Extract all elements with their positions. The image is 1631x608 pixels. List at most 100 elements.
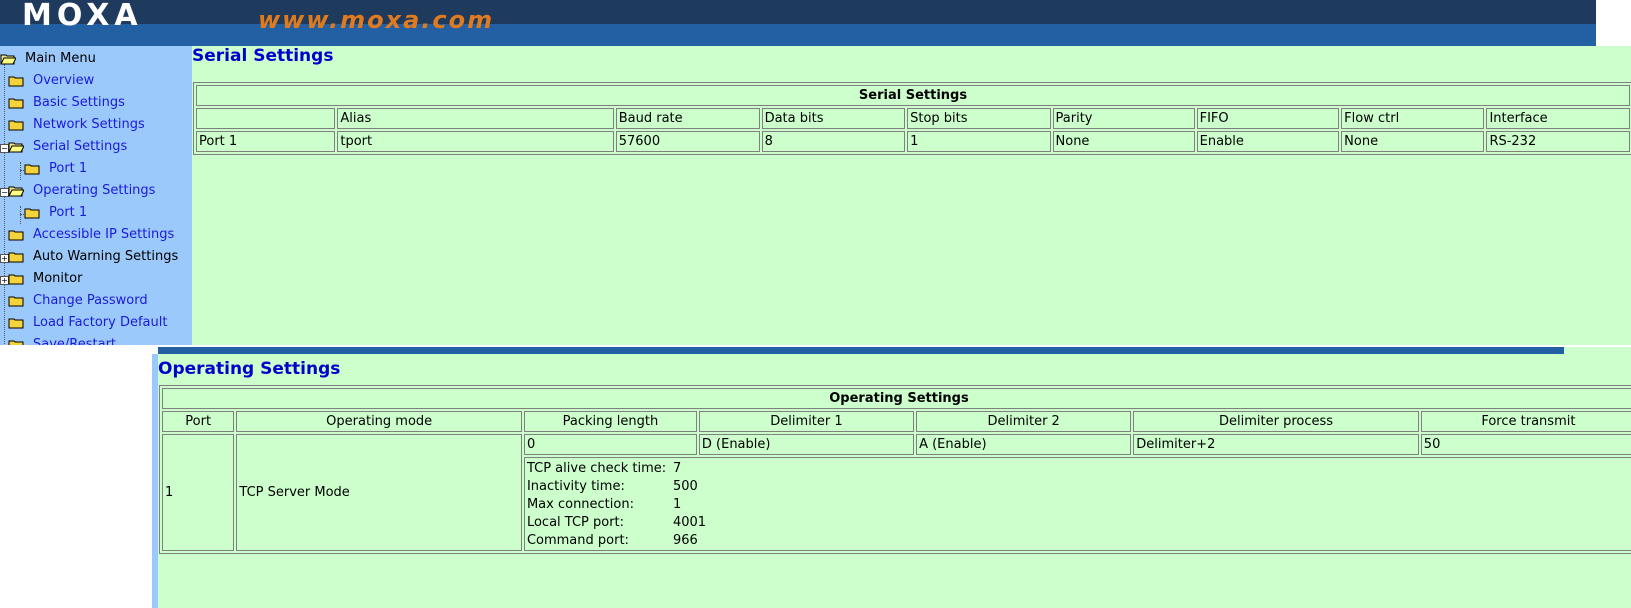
sidebar-item-label: Overview xyxy=(33,73,95,88)
table-header-row: Alias Baud rate Data bits Stop bits Pari… xyxy=(196,108,1630,129)
tree-connector xyxy=(20,162,21,180)
serial-settings-panel: Serial Settings Serial Settings Alias Ba… xyxy=(192,46,1631,345)
sidebar-item-label: Accessible IP Settings xyxy=(33,227,175,242)
column-header: Alias xyxy=(337,108,614,129)
column-header: Baud rate xyxy=(615,108,760,129)
detail-key: Command port: xyxy=(526,533,629,548)
banner-stripe xyxy=(0,24,1596,46)
open-folder-icon xyxy=(8,185,24,197)
operating-settings-table: Operating Settings Port Operating mode P… xyxy=(159,385,1631,554)
sidebar-item-overview[interactable]: Overview xyxy=(8,70,94,92)
table-row: Port 1 tport 57600 8 1 None Enable None … xyxy=(196,131,1630,152)
detail-value: 4001 xyxy=(672,515,707,530)
folder-icon xyxy=(8,295,24,307)
packing-length-cell: 0 xyxy=(523,434,697,455)
top-divider-bar xyxy=(158,347,1564,354)
sidebar-item-serial-settings[interactable]: Serial Settings xyxy=(8,136,127,158)
banner-url: www.moxa.com xyxy=(258,6,495,34)
tree-connector xyxy=(20,206,21,224)
page-title: Serial Settings xyxy=(192,46,334,66)
detail-value: 500 xyxy=(672,479,698,494)
sidebar-item-label: Auto Warning Settings xyxy=(33,249,179,264)
serial-settings-table: Serial Settings Alias Baud rate Data bit… xyxy=(193,82,1631,155)
column-header: Delimiter 1 xyxy=(698,411,915,432)
sidebar-item-load-factory-default[interactable]: Load Factory Default xyxy=(8,312,167,334)
folder-icon xyxy=(8,339,24,345)
sidebar-item-label: Serial Settings xyxy=(33,139,128,154)
table-cell: Enable xyxy=(1196,131,1340,152)
column-header: Interface xyxy=(1486,108,1630,129)
column-header: Packing length xyxy=(523,411,697,432)
sidebar-item-operating-port-1[interactable]: Port 1 xyxy=(24,202,87,224)
operating-mode-cell: TCP Server Mode xyxy=(236,434,522,551)
sidebar-item-serial-port-1[interactable]: Port 1 xyxy=(24,158,87,180)
detail-key: TCP alive check time: xyxy=(526,461,667,476)
detail-value: 966 xyxy=(672,533,698,548)
sidebar-item-label: Main Menu xyxy=(25,51,96,66)
sidebar-item-basic-settings[interactable]: Basic Settings xyxy=(8,92,125,114)
folder-icon xyxy=(24,207,40,219)
sidebar-item-label: Operating Settings xyxy=(33,183,156,198)
sidebar-item-save-restart[interactable]: Save/Restart xyxy=(8,334,116,345)
force-transmit-cell: 50 xyxy=(1420,434,1631,455)
folder-icon xyxy=(8,273,24,285)
table-cell: RS-232 xyxy=(1486,131,1630,152)
delimiter-2-cell: A (Enable) xyxy=(916,434,1132,455)
column-header: Operating mode xyxy=(236,411,522,432)
sidebar-item-auto-warning-settings[interactable]: Auto Warning Settings xyxy=(8,246,178,268)
detail-key: Inactivity time: xyxy=(526,479,625,494)
column-header xyxy=(196,108,336,129)
table-cell: None xyxy=(1341,131,1485,152)
sidebar-item-accessible-ip-settings[interactable]: Accessible IP Settings xyxy=(8,224,174,246)
sidebar-item-monitor[interactable]: Monitor xyxy=(8,268,82,290)
open-folder-icon xyxy=(8,141,24,153)
folder-icon xyxy=(24,163,40,175)
table-cell: 8 xyxy=(761,131,906,152)
delimiter-process-cell: Delimiter+2 xyxy=(1133,434,1419,455)
tree-connector xyxy=(4,64,5,345)
folder-icon xyxy=(8,317,24,329)
sidebar-item-main-menu[interactable]: Main Menu xyxy=(0,48,96,70)
operating-settings-panel: Operating Settings Operating Settings Po… xyxy=(158,347,1631,608)
folder-icon xyxy=(8,119,24,131)
column-header: Flow ctrl xyxy=(1341,108,1485,129)
column-header: Stop bits xyxy=(907,108,1051,129)
mode-details-list: TCP alive check time: 7 Inactivity time: 5… xyxy=(527,460,1631,550)
table-cell: Port 1 xyxy=(196,131,336,152)
detail-value: 1 xyxy=(672,497,682,512)
table-header-row: Port Operating mode Packing length Delim… xyxy=(162,411,1631,432)
sidebar-item-label: Basic Settings xyxy=(33,95,125,110)
column-header: Delimiter 2 xyxy=(916,411,1132,432)
sidebar-item-network-settings[interactable]: Network Settings xyxy=(8,114,145,136)
sidebar-item-operating-settings[interactable]: Operating Settings xyxy=(8,180,155,202)
sidebar-menu: − − + + Main Menu Overview Basic Setting… xyxy=(0,46,192,345)
table-cell: 57600 xyxy=(615,131,760,152)
table-cell: tport xyxy=(337,131,614,152)
sidebar-item-change-password[interactable]: Change Password xyxy=(8,290,148,312)
table-cell: None xyxy=(1052,131,1195,152)
sidebar-item-label: Port 1 xyxy=(49,205,88,220)
sidebar-item-label: Port 1 xyxy=(49,161,88,176)
port-cell: 1 xyxy=(162,434,235,551)
column-header: Delimiter process xyxy=(1133,411,1419,432)
folder-icon xyxy=(8,97,24,109)
open-folder-icon xyxy=(0,53,16,65)
detail-value: 7 xyxy=(672,461,682,476)
detail-key: Max connection: xyxy=(526,497,634,512)
table-caption: Operating Settings xyxy=(162,388,1631,409)
table-caption: Serial Settings xyxy=(196,85,1630,106)
column-header: Parity xyxy=(1052,108,1195,129)
moxa-logo: MOXA xyxy=(22,0,143,33)
folder-icon xyxy=(8,75,24,87)
column-header: FIFO xyxy=(1196,108,1340,129)
sidebar-item-label: Change Password xyxy=(33,293,148,308)
sidebar-item-label: Save/Restart xyxy=(33,337,117,345)
delimiter-1-cell: D (Enable) xyxy=(698,434,915,455)
folder-icon xyxy=(8,251,24,263)
sidebar-item-label: Load Factory Default xyxy=(33,315,168,330)
page-title: Operating Settings xyxy=(158,359,341,379)
folder-icon xyxy=(8,229,24,241)
detail-key: Local TCP port: xyxy=(526,515,625,530)
column-header: Force transmit xyxy=(1420,411,1631,432)
column-header: Data bits xyxy=(761,108,906,129)
